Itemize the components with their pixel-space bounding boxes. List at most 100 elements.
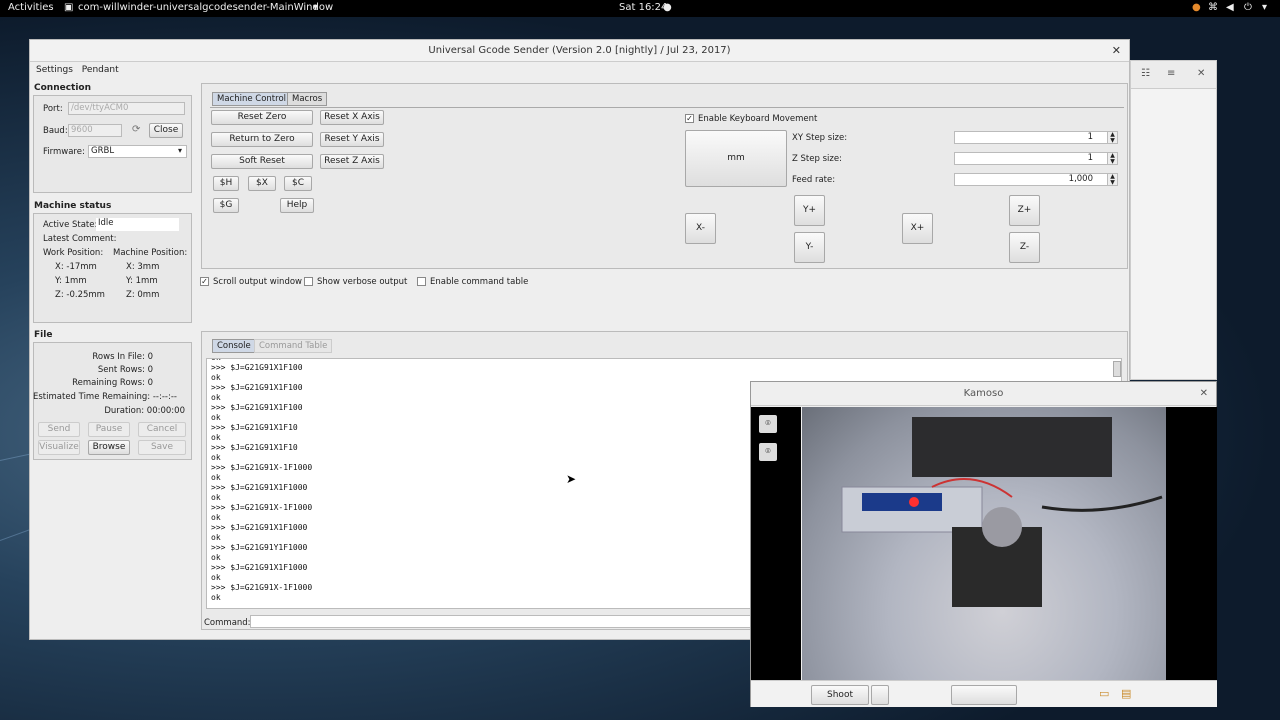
motor-pulley bbox=[982, 507, 1022, 547]
tab-machine-control[interactable]: Machine Control bbox=[212, 92, 292, 106]
tab-console[interactable]: Console bbox=[212, 339, 256, 353]
volume-icon[interactable]: ◀ bbox=[1226, 2, 1234, 13]
jog-x-minus-button[interactable]: X- bbox=[685, 213, 716, 244]
menu-icon[interactable]: ≡ bbox=[1167, 68, 1175, 79]
keyboard bbox=[912, 417, 1112, 477]
camera-icon[interactable]: ⌾ bbox=[759, 415, 777, 433]
led bbox=[909, 497, 919, 507]
menu-bar: Settings Pendant bbox=[30, 62, 1129, 78]
reset-y-axis-button[interactable]: Reset Y Axis bbox=[320, 132, 384, 147]
tab-macros[interactable]: Macros bbox=[287, 92, 328, 106]
chevron-down-icon[interactable]: ▾ bbox=[178, 146, 182, 155]
enable-keyboard-checkbox[interactable]: ✓ bbox=[685, 114, 694, 123]
work-y: Y: 1mm bbox=[55, 276, 87, 286]
console-line: >>> $J=G21G91X1F10 bbox=[211, 443, 298, 452]
reset-zero-button[interactable]: Reset Zero bbox=[211, 110, 313, 125]
baud-label: Baud: bbox=[43, 126, 68, 136]
menu-settings[interactable]: Settings bbox=[36, 65, 73, 75]
refresh-icon[interactable]: ⟳ bbox=[132, 124, 140, 135]
console-line: ok bbox=[211, 593, 221, 602]
firmware-select[interactable]: GRBL bbox=[88, 145, 187, 158]
console-line: >>> $J=G21G91X1F1000 bbox=[211, 523, 308, 532]
power-icon[interactable]: ⏻ bbox=[1244, 2, 1252, 13]
browse-button[interactable]: Browse bbox=[88, 440, 130, 455]
feed-rate-input[interactable]: 1,000 bbox=[954, 173, 1108, 186]
save-button[interactable]: Save bbox=[138, 440, 186, 455]
gcode-state-button[interactable]: $G bbox=[213, 198, 239, 213]
unlock-button[interactable]: $X bbox=[248, 176, 276, 191]
network-icon[interactable]: ⌘ bbox=[1208, 2, 1218, 13]
console-line: ok bbox=[211, 493, 221, 502]
verbose-output-checkbox[interactable] bbox=[304, 277, 313, 286]
shoot-button[interactable]: Shoot bbox=[811, 685, 869, 705]
scroll-output-checkbox[interactable]: ✓ bbox=[200, 277, 209, 286]
pause-button[interactable]: Pause bbox=[88, 422, 130, 437]
reset-z-axis-button[interactable]: Reset Z Axis bbox=[320, 154, 384, 169]
close-icon[interactable]: ✕ bbox=[1112, 40, 1121, 62]
jog-y-minus-button[interactable]: Y- bbox=[794, 232, 825, 263]
return-to-zero-button[interactable]: Return to Zero bbox=[211, 132, 313, 147]
chevron-down-icon[interactable]: ▾ bbox=[313, 2, 318, 13]
z-step-label: Z Step size: bbox=[792, 154, 842, 164]
close-connection-button[interactable]: Close bbox=[149, 123, 183, 138]
top-bar: Activities ▣ com-willwinder-universalgco… bbox=[0, 0, 1280, 17]
menu-pendant[interactable]: Pendant bbox=[82, 65, 119, 75]
jog-z-plus-button[interactable]: Z+ bbox=[1009, 195, 1040, 226]
soft-reset-button[interactable]: Soft Reset bbox=[211, 154, 313, 169]
feed-rate-spinner[interactable]: ▲ ▼ bbox=[1107, 173, 1118, 186]
console-scrollbar[interactable] bbox=[1113, 361, 1121, 377]
notification-dot-icon: ● bbox=[663, 2, 672, 13]
console-line: ok bbox=[211, 513, 221, 522]
command-label: Command: bbox=[204, 618, 251, 628]
baud-select[interactable]: 9600 bbox=[68, 124, 122, 137]
chevron-down-icon[interactable]: ▾ bbox=[1262, 2, 1267, 13]
console-line: >>> $J=G21G91X1F10 bbox=[211, 423, 298, 432]
reset-x-axis-button[interactable]: Reset X Axis bbox=[320, 110, 384, 125]
clock[interactable]: Sat 16:24 bbox=[619, 2, 667, 13]
status-dot-icon[interactable]: ● bbox=[1192, 2, 1201, 13]
units-toggle-button[interactable]: mm bbox=[685, 130, 787, 187]
tab-command-table[interactable]: Command Table bbox=[254, 339, 333, 353]
mouse-cursor-icon: ➤ bbox=[566, 472, 577, 486]
camera-icon[interactable]: ⌾ bbox=[759, 443, 777, 461]
cancel-button[interactable]: Cancel bbox=[138, 422, 186, 437]
app-menu-icon[interactable]: ▣ bbox=[64, 2, 73, 13]
home-button[interactable]: $H bbox=[213, 176, 239, 191]
z-step-input[interactable]: 1 bbox=[954, 152, 1108, 165]
enable-keyboard-label: Enable Keyboard Movement bbox=[698, 114, 818, 124]
command-table-checkbox[interactable] bbox=[417, 277, 426, 286]
grid-view-icon[interactable]: ☷ bbox=[1141, 68, 1150, 79]
gallery-icon[interactable]: ▤ bbox=[1121, 687, 1131, 700]
xy-step-input[interactable]: 1 bbox=[954, 131, 1108, 144]
activities-button[interactable]: Activities bbox=[8, 2, 54, 13]
window-titlebar: Universal Gcode Sender (Version 2.0 [nig… bbox=[30, 40, 1129, 62]
close-icon[interactable]: ✕ bbox=[1200, 382, 1208, 406]
rows-in-file: Rows In File: 0 bbox=[92, 352, 153, 362]
xy-step-spinner[interactable]: ▲ ▼ bbox=[1107, 131, 1118, 144]
folder-icon[interactable]: ▭ bbox=[1099, 687, 1109, 700]
feed-rate-label: Feed rate: bbox=[792, 175, 836, 185]
kamoso-titlebar: Kamoso ✕ bbox=[751, 382, 1216, 406]
webcam-video bbox=[802, 407, 1166, 680]
console-line: >>> $J=G21G91X1F100 bbox=[211, 403, 303, 412]
machine-y: Y: 1mm bbox=[126, 276, 158, 286]
close-icon[interactable]: ✕ bbox=[1197, 68, 1205, 79]
kamoso-title: Kamoso bbox=[963, 388, 1004, 399]
visualize-button[interactable]: Visualize bbox=[38, 440, 80, 455]
command-table-label: Enable command table bbox=[430, 277, 529, 287]
sent-rows: Sent Rows: 0 bbox=[97, 365, 153, 375]
kamoso-sidebar: ⌾ ⌾ bbox=[751, 407, 801, 680]
scroll-output-label: Scroll output window bbox=[213, 277, 302, 287]
send-button[interactable]: Send bbox=[38, 422, 80, 437]
effects-button[interactable] bbox=[951, 685, 1017, 705]
jog-z-minus-button[interactable]: Z- bbox=[1009, 232, 1040, 263]
help-button[interactable]: Help bbox=[280, 198, 314, 213]
mode-toggle-button[interactable] bbox=[871, 685, 889, 705]
port-label: Port: bbox=[43, 104, 63, 114]
jog-x-plus-button[interactable]: X+ bbox=[902, 213, 933, 244]
port-select[interactable]: /dev/ttyACM0 bbox=[68, 102, 185, 115]
app-menu-title[interactable]: com-willwinder-universalgcodesender-Main… bbox=[78, 2, 333, 13]
z-step-spinner[interactable]: ▲ ▼ bbox=[1107, 152, 1118, 165]
jog-y-plus-button[interactable]: Y+ bbox=[794, 195, 825, 226]
check-mode-button[interactable]: $C bbox=[284, 176, 312, 191]
